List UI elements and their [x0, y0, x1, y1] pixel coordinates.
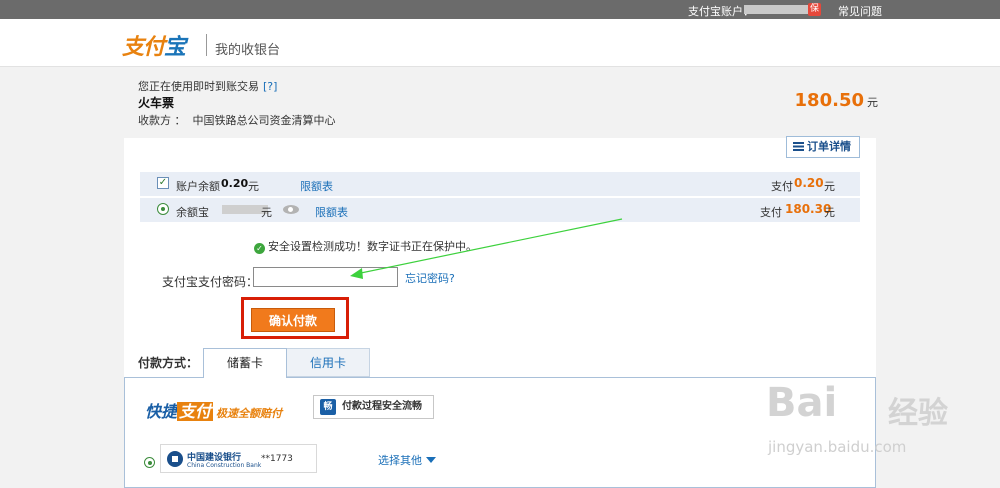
payment-method-label: 付款方式：	[138, 356, 199, 370]
select-other-bank[interactable]: 选择其他	[378, 452, 436, 468]
quick-pay-logo: 快捷 支付 极速全额赔付	[145, 402, 283, 421]
baidu-watermark: Bai 经验 jingyan.baidu.com	[766, 380, 948, 456]
bank-name-en: China Construction Bank	[187, 462, 262, 469]
bank-card-option[interactable]: 中国建设银行 China Construction Bank **1773	[160, 444, 317, 473]
bank-card-radio[interactable]	[144, 457, 155, 468]
chevron-down-icon	[426, 457, 436, 463]
tab-debit-card[interactable]: 储蓄卡	[203, 348, 287, 378]
tab-credit-card[interactable]: 信用卡	[286, 348, 370, 377]
shield-icon: 畅	[320, 399, 336, 415]
ccb-logo-icon	[167, 451, 183, 467]
card-tail-number: **1773	[261, 454, 293, 464]
secure-payment-badge: 畅付款过程安全流畅	[313, 395, 434, 419]
